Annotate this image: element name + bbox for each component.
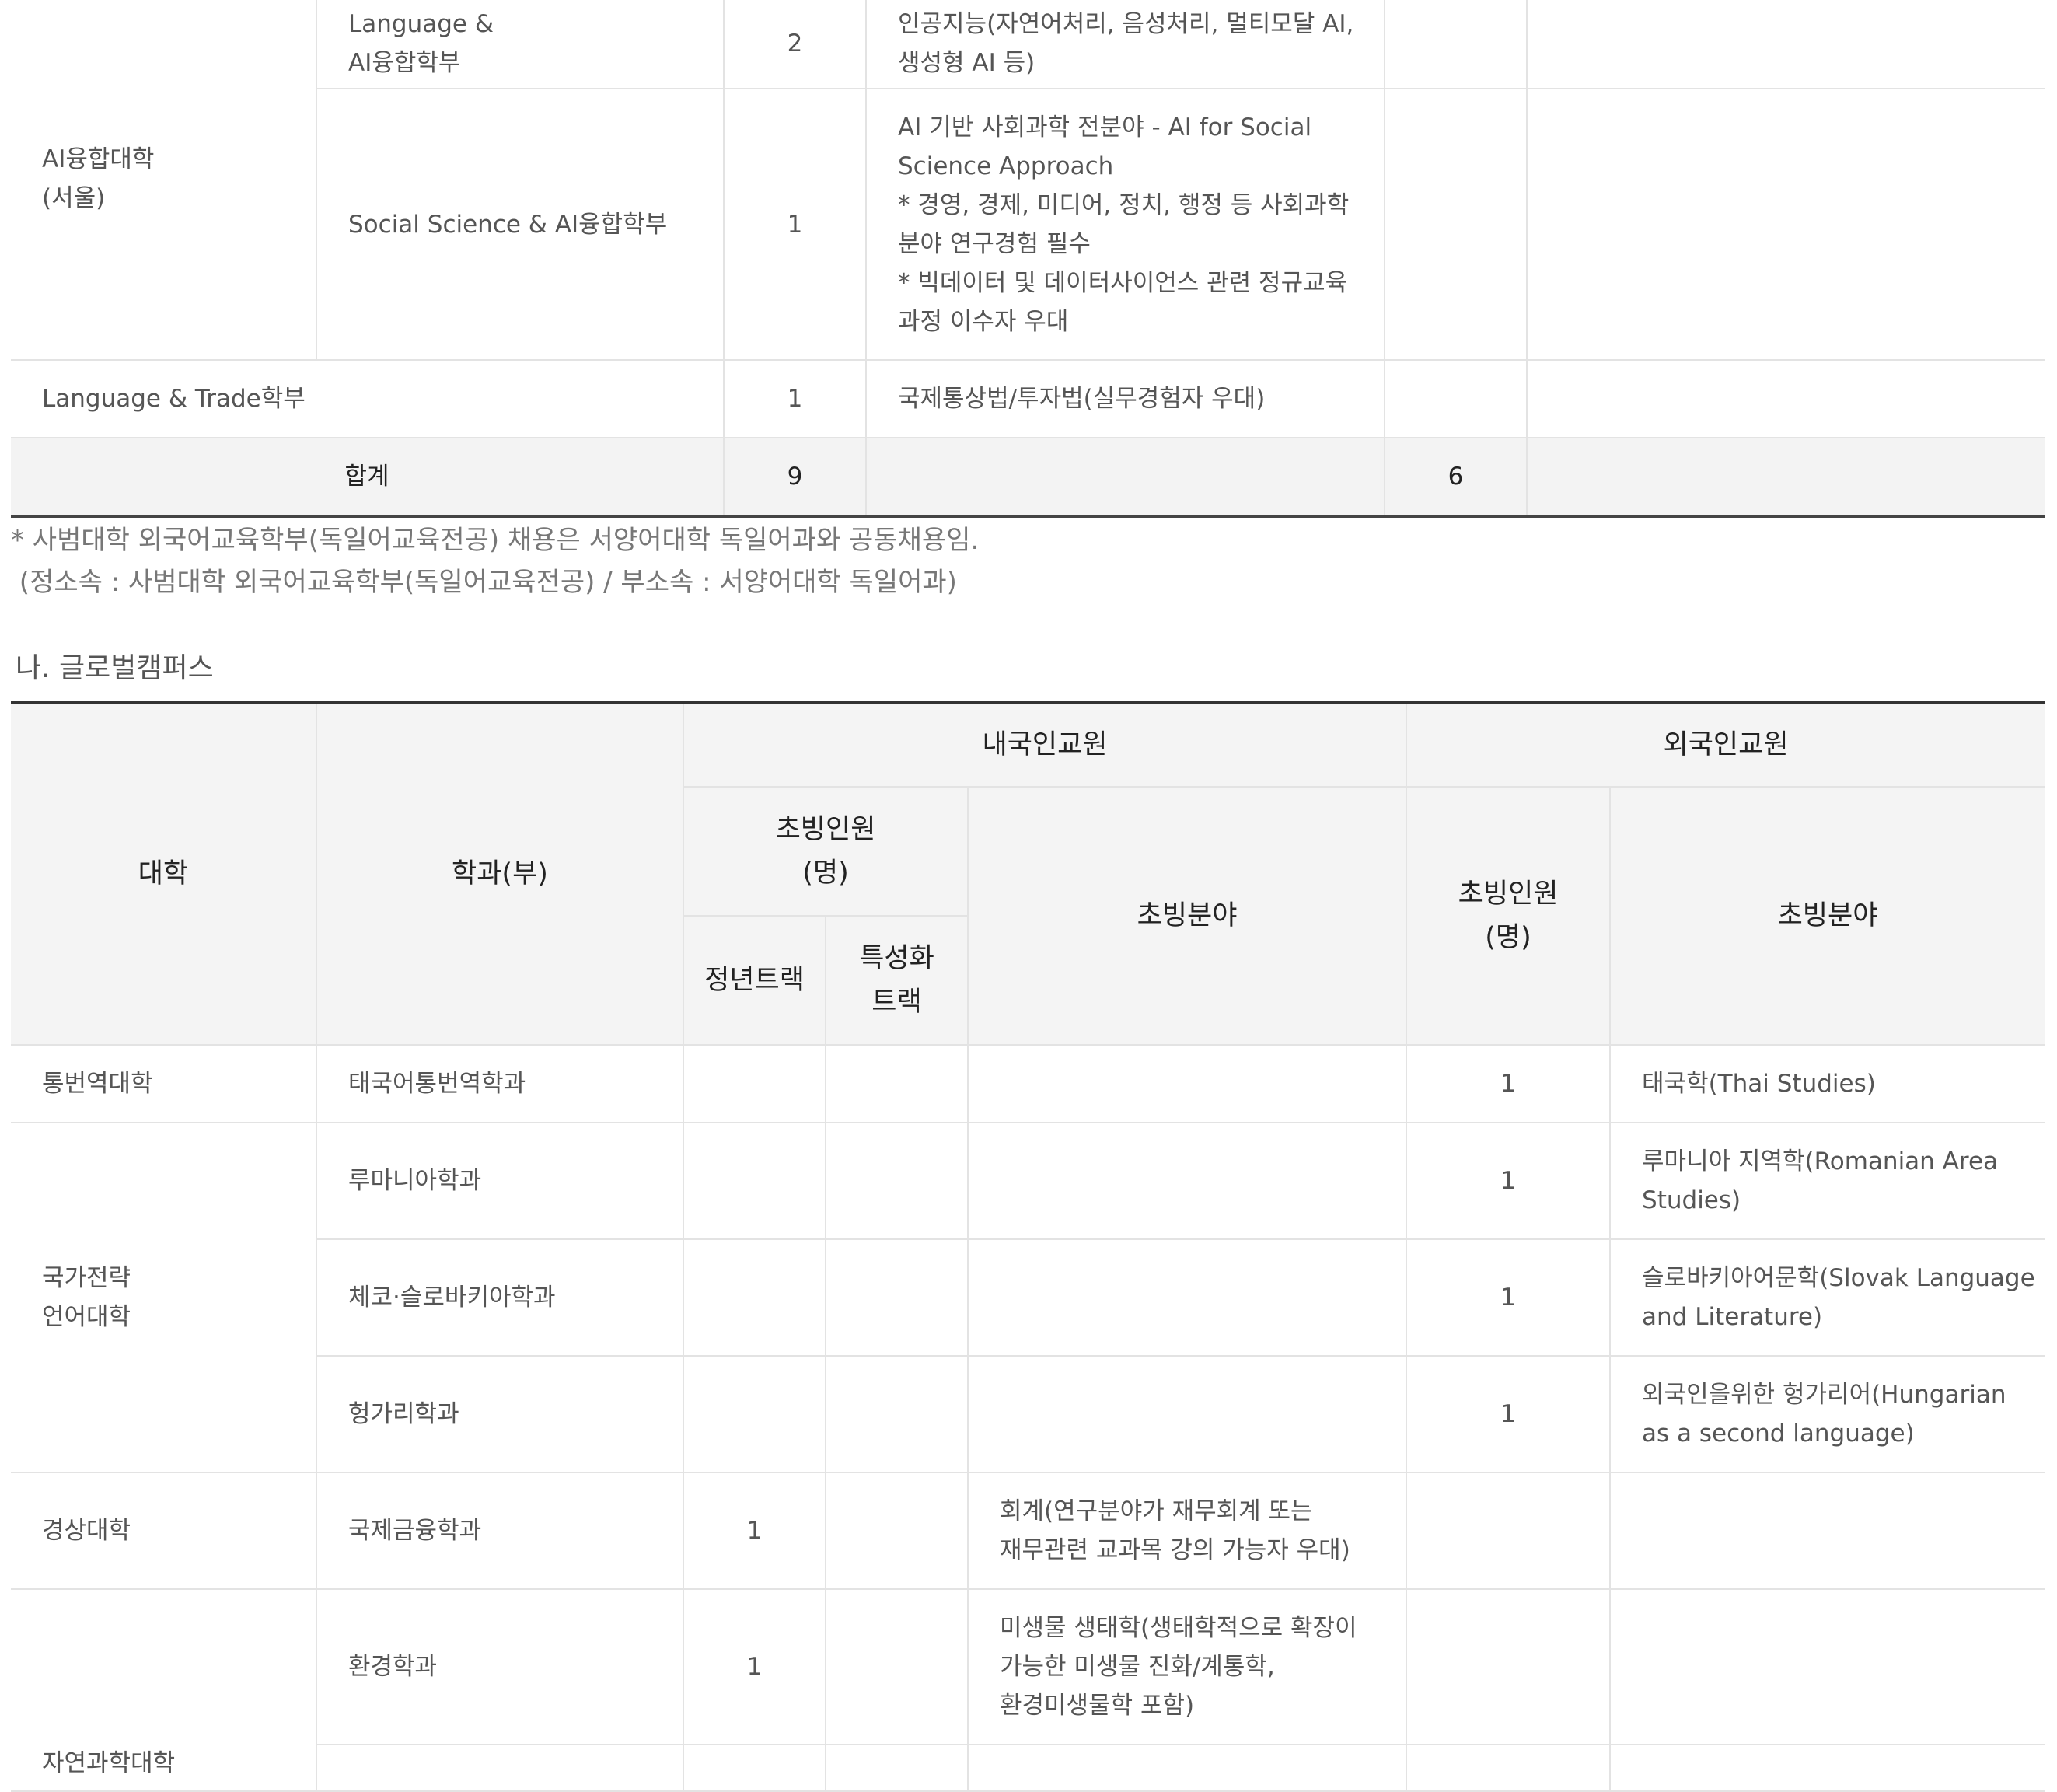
header-foreign-invite-field: 초빙분야: [1609, 785, 2045, 1046]
field-cell: 미생물 생태학(생태학적으로 확장이 가능한 미생물 진화/계통학, 환경미생물…: [966, 1588, 1408, 1745]
foreign-count-cell: 1: [1406, 1121, 1612, 1240]
special-cell: [825, 1238, 969, 1357]
table-row: Language & Trade학부 1 국제통상법/투자법(실무경험자 우대): [11, 360, 2045, 438]
table-row: 경상대학 국제금융학과 1 회계(연구분야가 재무회계 또는 재무관련 교과목 …: [11, 1471, 2045, 1590]
tenure-cell: [683, 1043, 826, 1123]
total-count: 9: [723, 438, 866, 518]
special-cell: [825, 1354, 969, 1473]
header-foreign-invite-count: 초빙인원 (명): [1406, 785, 1612, 1046]
header-tenure-track: 정년트랙: [683, 914, 826, 1046]
count-cell: 1: [723, 89, 866, 361]
foreign-field-cell: 외국인을위한 헝가리어(Hungarian as a second langua…: [1609, 1354, 2045, 1473]
college-cell: AI융합대학 (서울): [11, 0, 316, 361]
college-cell: 통번역대학: [11, 1043, 317, 1123]
department-cell: [316, 1743, 684, 1792]
department-cell: Social Science & AI융합학부: [316, 89, 724, 361]
foreign-field-cell: 슬로바키아어문학(Slovak Language and Literature): [1609, 1238, 2045, 1357]
table-row: [11, 1743, 2045, 1792]
foreign-count-cell: [1384, 360, 1527, 438]
tenure-cell: [683, 1743, 826, 1792]
field-cell: 국제통상법/투자법(실무경험자 우대): [865, 360, 1385, 438]
field-cell: [966, 1043, 1408, 1123]
count-cell: 2: [723, 0, 866, 89]
field-cell: [966, 1743, 1408, 1792]
foreign-field-cell: [1526, 360, 2045, 438]
foreign-field-cell: 태국학(Thai Studies): [1609, 1043, 2045, 1123]
header-invite-field: 초빙분야: [966, 785, 1408, 1046]
section-title: 나. 글로벌캠퍼스: [16, 652, 214, 684]
foreign-field-cell: [1609, 1471, 2045, 1590]
table-row: AI융합대학 (서울) Language & AI융합학부 2 인공지능(자연어…: [11, 0, 2045, 361]
foreign-count-cell: [1384, 89, 1527, 361]
total-label: 합계: [11, 438, 724, 518]
header-invite-count: 초빙인원 (명): [683, 785, 969, 917]
total-field: [865, 438, 1385, 518]
department-cell: 태국어통번역학과: [316, 1043, 684, 1123]
field-cell: AI 기반 사회과학 전분야 - AI for Social Science A…: [865, 89, 1385, 361]
header-domestic: 내국인교원: [682, 701, 1408, 788]
tenure-cell: 1: [683, 1588, 826, 1745]
college-cell: 국가전략 언어대학: [11, 1121, 317, 1473]
global-campus-table: 대학 학과(부) 내국인교원 외국인교원 초빙인원 (명) 초빙분야 초빙인원 …: [11, 701, 2045, 1792]
header-college: 대학: [11, 701, 317, 1046]
table-row: 헝가리학과 1 외국인을위한 헝가리어(Hungarian as a secon…: [11, 1354, 2045, 1473]
foreign-count-cell: 1: [1406, 1238, 1612, 1357]
foreign-field-cell: [1526, 0, 2045, 89]
department-cell: 루마니아학과: [316, 1121, 684, 1240]
department-cell: 체코·슬로바키아학과: [316, 1238, 684, 1357]
field-cell: 회계(연구분야가 재무회계 또는 재무관련 교과목 강의 가능자 우대): [966, 1471, 1408, 1590]
seoul-recruitment-table: AI융합대학 (서울) Language & AI융합학부 2 인공지능(자연어…: [11, 0, 2045, 518]
header-special-track: 특성화 트랙: [825, 914, 969, 1046]
foreign-field-cell: [1609, 1743, 2045, 1792]
field-cell: [966, 1354, 1408, 1473]
foreign-count-cell: [1406, 1471, 1612, 1590]
table-row: 자연과학대학 환경학과 1 미생물 생태학(생태학적으로 확장이 가능한 미생물…: [11, 1588, 2045, 1792]
foreign-field-cell: 루마니아 지역학(Romanian Area Studies): [1609, 1121, 2045, 1240]
foreign-count-cell: 1: [1406, 1354, 1612, 1473]
special-cell: [825, 1471, 969, 1590]
table-row: 통번역대학 태국어통번역학과 1 태국학(Thai Studies): [11, 1043, 2045, 1123]
field-cell: 인공지능(자연어처리, 음성처리, 멀티모달 AI, 생성형 AI 등): [865, 0, 1385, 89]
department-cell: 환경학과: [316, 1588, 684, 1745]
foreign-count-cell: [1384, 0, 1527, 89]
special-cell: [825, 1121, 969, 1240]
college-cell: 경상대학: [11, 1471, 317, 1590]
field-cell: [966, 1238, 1408, 1357]
special-cell: [825, 1043, 969, 1123]
foreign-count-cell: [1406, 1743, 1612, 1792]
tenure-cell: [683, 1121, 826, 1240]
tenure-cell: 1: [683, 1471, 826, 1590]
college-cell: 자연과학대학: [11, 1588, 317, 1792]
foreign-count-cell: [1406, 1588, 1612, 1745]
count-cell: 1: [723, 360, 866, 438]
department-cell: Language & AI융합학부: [316, 0, 724, 89]
department-cell: 국제금융학과: [316, 1471, 684, 1590]
table-row: 국가전략 언어대학 루마니아학과 1 루마니아 지역학(Romanian Are…: [11, 1121, 2045, 1473]
footnote-2: (정소속 : 사범대학 외국어교육학부(독일어교육전공) / 부소속 : 서양어…: [11, 567, 957, 598]
header-foreign: 외국인교원: [1406, 701, 2045, 788]
foreign-field-cell: [1526, 89, 2045, 361]
header-row: 대학 학과(부) 내국인교원 외국인교원: [11, 701, 2045, 1046]
table-row: Social Science & AI융합학부 1 AI 기반 사회과학 전분야…: [11, 89, 2045, 361]
total-row: 합계 9 6: [11, 438, 2045, 518]
tenure-cell: [683, 1354, 826, 1473]
tenure-cell: [683, 1238, 826, 1357]
total-foreign-field: [1526, 438, 2045, 518]
special-cell: [825, 1588, 969, 1745]
total-foreign-count: 6: [1384, 438, 1527, 518]
field-cell: [966, 1121, 1408, 1240]
foreign-field-cell: [1609, 1588, 2045, 1745]
department-cell: 헝가리학과: [316, 1354, 684, 1473]
special-cell: [825, 1743, 969, 1792]
header-department: 학과(부): [316, 701, 684, 1046]
department-cell: Language & Trade학부: [11, 360, 724, 438]
foreign-count-cell: 1: [1406, 1043, 1612, 1123]
footnote-1: * 사범대학 외국어교육학부(독일어교육전공) 채용은 서양어대학 독일어과와 …: [11, 525, 980, 556]
table-row: 체코·슬로바키아학과 1 슬로바키아어문학(Slovak Language an…: [11, 1238, 2045, 1357]
